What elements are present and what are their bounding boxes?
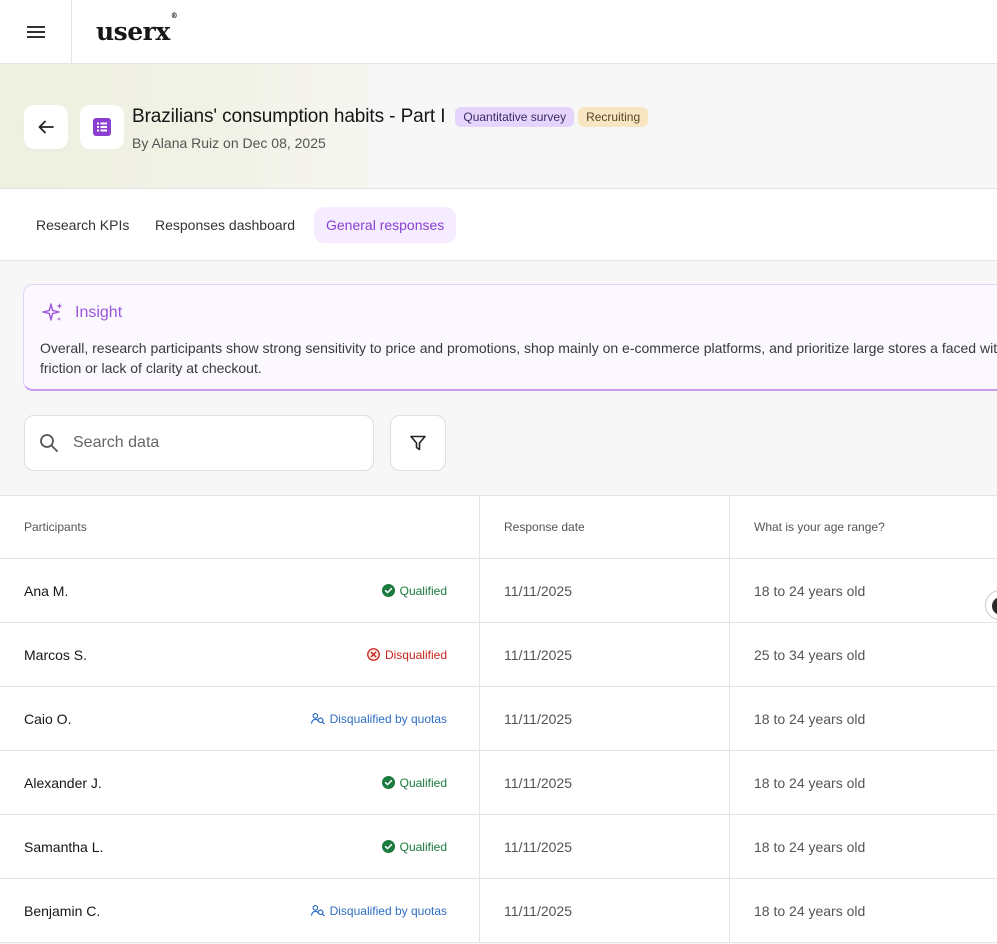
age-range-answer: 18 to 24 years old — [754, 710, 866, 727]
age-range-answer: 25 to 34 years old — [754, 646, 866, 663]
column-header-response-date[interactable]: Response date — [504, 520, 585, 534]
tab-general-responses[interactable]: General responses — [314, 207, 457, 243]
insight-card: Insight Overall, research participants s… — [23, 284, 997, 391]
age-range-answer: 18 to 24 years old — [754, 774, 866, 791]
app-logo[interactable]: userx® — [96, 11, 178, 46]
status-label: Disqualified by quotas — [329, 711, 447, 726]
participant-name[interactable]: Caio O. — [24, 711, 311, 727]
table-row[interactable]: Caio O. Disqualified by quotas 11/11/2025 1… — [0, 687, 997, 751]
menu-icon — [26, 25, 45, 38]
tab-research-kpis[interactable]: Research KPIs — [24, 207, 141, 243]
status-label: Disqualified by quotas — [329, 903, 447, 918]
top-bar: userx® — [0, 0, 997, 64]
survey-header: Brazilians' consumption habits - Part I … — [0, 64, 997, 189]
participant-name[interactable]: Samantha L. — [24, 839, 382, 855]
response-date: 11/11/2025 — [504, 774, 572, 791]
users-search-icon — [310, 712, 325, 725]
response-date: 11/11/2025 — [504, 582, 572, 599]
list-icon — [93, 118, 111, 136]
status-badge: Qualified — [381, 775, 447, 790]
survey-author-date: By Alana Ruiz on Dec 08, 2025 — [132, 135, 326, 151]
column-header-participants[interactable]: Participants — [24, 520, 87, 534]
check-circle-icon — [381, 776, 395, 789]
response-date: 11/11/2025 — [504, 710, 572, 727]
menu-button[interactable] — [0, 0, 72, 63]
tab-responses-dashboard[interactable]: Responses dashboard — [143, 207, 307, 243]
participant-name[interactable]: Marcos S. — [24, 647, 367, 663]
status-badge: Disqualified — [367, 648, 447, 662]
responses-table: Participants Response date What is your … — [0, 495, 997, 943]
response-date: 11/11/2025 — [504, 838, 572, 855]
response-date: 11/11/2025 — [504, 646, 572, 663]
main-content: Insight Overall, research participants s… — [0, 261, 997, 944]
x-circle-icon — [367, 648, 380, 661]
arrow-left-icon — [38, 120, 54, 134]
age-range-answer: 18 to 24 years old — [754, 838, 866, 855]
participant-name[interactable]: Alexander J. — [24, 775, 382, 791]
filter-button[interactable] — [390, 415, 446, 471]
status-label: Disqualified — [384, 647, 447, 662]
search-input[interactable] — [73, 434, 343, 452]
table-header-row: Participants Response date What is your … — [0, 496, 997, 559]
status-badge: Recruiting — [578, 107, 649, 127]
insight-text: Overall, research participants show stro… — [40, 340, 997, 376]
insight-title: Insight — [75, 304, 123, 321]
participant-name[interactable]: Ana M. — [24, 583, 382, 599]
status-badge: Qualified — [381, 583, 447, 598]
table-row[interactable]: Samantha L. Qualified 11/11/2025 18 to 24 y… — [0, 815, 997, 879]
check-circle-icon — [381, 840, 395, 853]
age-range-answer: 18 to 24 years old — [754, 582, 866, 599]
status-label: Qualified — [399, 583, 447, 598]
table-row[interactable]: Marcos S. Disqualified 11/11/2025 25 to 34 … — [0, 623, 997, 687]
table-row[interactable]: Ana M. Qualified 11/11/2025 18 to 24 years … — [0, 559, 997, 623]
status-badge: Qualified — [381, 839, 447, 854]
status-badge: Disqualified by quotas — [310, 903, 447, 918]
status-label: Qualified — [399, 775, 447, 790]
survey-type-badge: Quantitative survey — [455, 107, 575, 127]
participant-name[interactable]: Benjamin C. — [24, 903, 311, 919]
table-row[interactable]: Alexander J. Qualified 11/11/2025 18 to 24 … — [0, 751, 997, 815]
tab-bar: Research KPIs Responses dashboard Genera… — [0, 189, 997, 261]
table-body: Ana M. Qualified 11/11/2025 18 to 24 years … — [0, 559, 997, 943]
sparkle-icon — [42, 303, 63, 321]
age-range-answer: 18 to 24 years old — [754, 902, 866, 919]
search-box[interactable] — [24, 415, 374, 471]
survey-type-icon-box — [80, 105, 124, 149]
back-button[interactable] — [24, 105, 68, 149]
filter-icon — [410, 435, 426, 451]
response-date: 11/11/2025 — [504, 902, 572, 919]
status-label: Qualified — [399, 839, 447, 854]
search-icon — [40, 434, 58, 452]
status-badge: Disqualified by quotas — [310, 711, 447, 726]
table-row[interactable]: Benjamin C. Disqualified by quotas 11/11/2… — [0, 879, 997, 943]
column-header-age-range[interactable]: What is your age range? — [754, 520, 885, 534]
users-search-icon — [310, 904, 325, 917]
page-title: Brazilians' consumption habits - Part I — [132, 106, 446, 127]
check-circle-icon — [381, 584, 395, 597]
